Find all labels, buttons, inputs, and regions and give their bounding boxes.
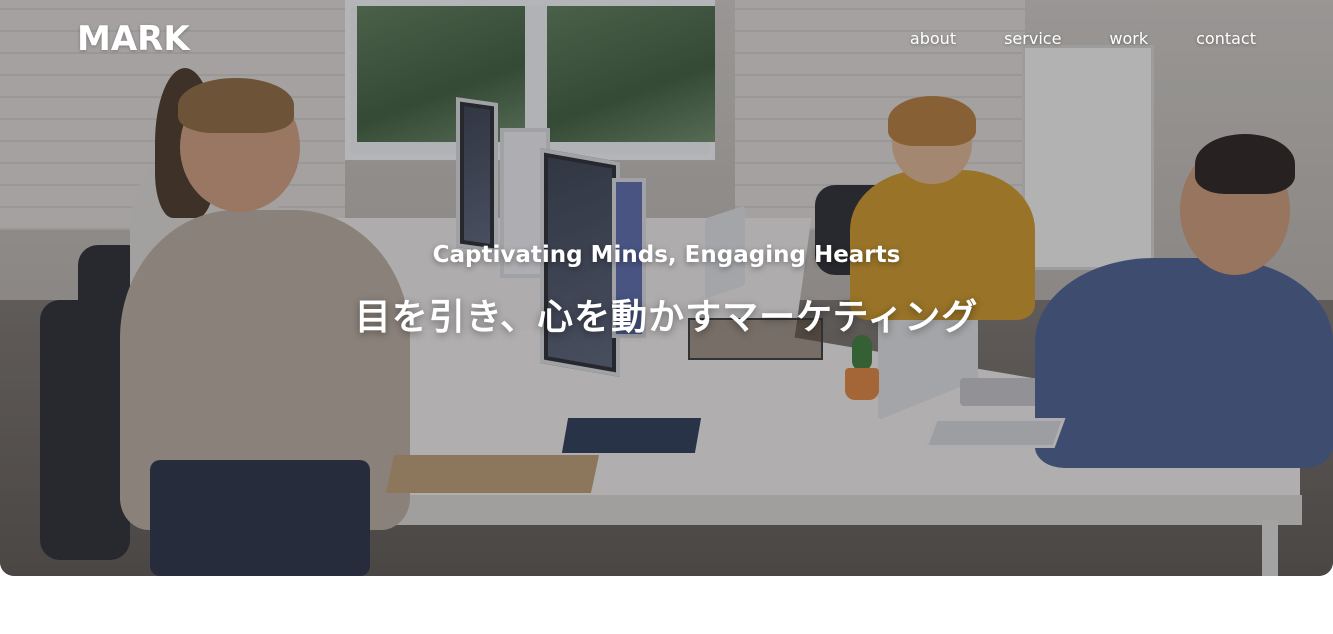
nav-link-contact[interactable]: contact [1196,29,1256,48]
nav-link-about[interactable]: about [910,29,956,48]
hero-section: MARK about service work contact Captivat… [0,0,1333,576]
hero-tagline: Captivating Minds, Engaging Hearts [432,242,901,268]
nav-link-work[interactable]: work [1109,29,1148,48]
site-logo[interactable]: MARK [77,19,190,59]
main-navigation: about service work contact [910,29,1256,48]
hero-headline: 目を引き、心を動かすマーケティング [354,297,979,338]
nav-link-service[interactable]: service [1004,29,1061,48]
